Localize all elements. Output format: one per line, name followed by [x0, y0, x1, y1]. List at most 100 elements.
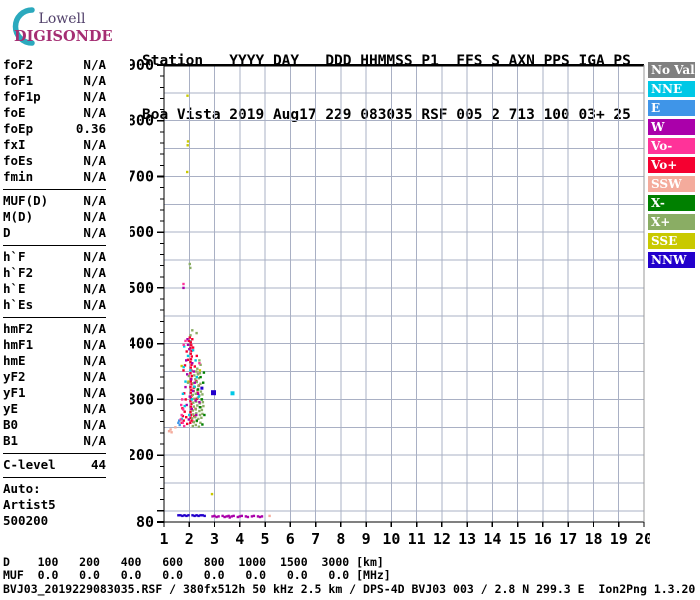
axis-tick-label: 7: [311, 530, 320, 548]
echo-point: [182, 365, 185, 369]
echo-point: [186, 170, 189, 174]
echo-point: [191, 362, 194, 365]
echo-point: [180, 413, 183, 417]
echo-point: [181, 421, 184, 424]
axis-tick-label: 15: [509, 530, 527, 548]
param-label: B0: [3, 417, 19, 432]
axis-tick-label: 9: [362, 530, 371, 548]
echo-point: [215, 515, 218, 519]
echo-point: [195, 354, 198, 358]
echo-point: [190, 344, 193, 347]
echo-point: [194, 423, 197, 427]
echo-point: [211, 390, 216, 396]
echo-point: [191, 346, 195, 349]
echo-point: [191, 424, 194, 428]
echo-point: [194, 378, 197, 381]
param-value: N/A: [83, 353, 106, 368]
echo-point: [186, 140, 190, 143]
param-label: foEp: [3, 121, 34, 136]
echo-point: [196, 367, 199, 370]
echo-point: [189, 391, 192, 394]
echo-point: [195, 331, 198, 335]
echo-point: [196, 388, 200, 391]
param-row-mufd: MUF(D) N/A: [3, 193, 106, 209]
param-value: N/A: [83, 401, 106, 416]
legend-item-e: E: [648, 100, 695, 116]
echo-point: [197, 384, 200, 388]
axis-tick-label: 1: [159, 530, 168, 548]
param-value: N/A: [83, 193, 106, 208]
param-label: C-level: [3, 457, 56, 472]
param-label: h`E: [3, 281, 26, 296]
echo-point: [185, 359, 188, 362]
section-divider: [3, 245, 106, 246]
echo-point: [186, 373, 189, 376]
echo-point: [187, 418, 190, 421]
param-row-foe: foE N/A: [3, 105, 106, 121]
echo-point: [192, 413, 195, 416]
param-label: M(D): [3, 209, 34, 224]
axis-tick-label: 20: [635, 530, 650, 548]
param-value: N/A: [83, 57, 106, 72]
param-label: h`F2: [3, 265, 34, 280]
param-label: fmin: [3, 169, 34, 184]
echo-point: [191, 349, 195, 352]
echo-point: [189, 352, 192, 355]
param-row-ye: yE N/A: [3, 401, 106, 417]
echo-point: [180, 403, 183, 407]
muf-row: MUF 0.0 0.0 0.0 0.0 0.0 0.0 0.0 0.0 [MHz…: [3, 568, 391, 582]
axis-tick-label: 4: [235, 530, 244, 548]
echo-point: [190, 407, 193, 411]
param-value: N/A: [83, 169, 106, 184]
echo-point: [189, 369, 192, 372]
param-row-d: D N/A: [3, 225, 106, 241]
echo-point: [193, 385, 196, 388]
echo-point: [182, 343, 185, 346]
axis-tick-label: 10: [382, 530, 400, 548]
axis-tick-label: 18: [584, 530, 602, 548]
param-value: N/A: [83, 369, 106, 384]
param-value: N/A: [83, 225, 106, 240]
echo-point: [174, 426, 177, 429]
logo: Lowell DIGISONDE: [4, 4, 116, 50]
echo-point: [194, 392, 197, 395]
param-row-hf: h`F N/A: [3, 249, 106, 265]
echo-point: [193, 365, 196, 368]
echo-point: [183, 404, 186, 408]
file-info-row: BVJ03_2019229083035.RSF / 380fx512h 50 k…: [3, 582, 696, 596]
echo-point: [198, 369, 202, 372]
axis-tick-label: 80: [136, 513, 154, 531]
echo-point: [200, 416, 203, 419]
param-row-fof1p: foF1p N/A: [3, 89, 106, 105]
param-row-hf2: h`F2 N/A: [3, 265, 106, 281]
echo-point: [184, 385, 187, 389]
echo-point: [194, 359, 197, 362]
param-row-fmin: fmin N/A: [3, 169, 106, 185]
param-value: N/A: [83, 73, 106, 88]
echo-point: [232, 514, 235, 518]
echo-point: [181, 398, 184, 401]
section-divider: [3, 477, 106, 478]
echo-point: [201, 393, 204, 396]
param-value: N/A: [83, 297, 106, 312]
axis-tick-label: 11: [408, 530, 426, 548]
param-footer-line: 500200: [3, 513, 49, 528]
param-label: yE: [3, 401, 19, 416]
param-value: 0.36: [75, 121, 106, 136]
param-row-hme: hmE N/A: [3, 353, 106, 369]
param-label: foF2: [3, 57, 34, 72]
echo-point: [198, 401, 201, 404]
param-footer-line: Artist5: [3, 497, 56, 512]
axis-tick-label: 14: [483, 530, 501, 548]
echo-point: [223, 515, 226, 519]
echo-point: [189, 266, 192, 270]
param-value: N/A: [83, 281, 106, 296]
param-row-md: M(D) N/A: [3, 209, 106, 225]
echo-point: [200, 386, 204, 390]
param-label: foE: [3, 105, 26, 120]
echo-point: [191, 329, 194, 332]
param-label: B1: [3, 433, 19, 448]
echo-point: [217, 515, 220, 518]
echo-point: [185, 350, 188, 353]
section-divider: [3, 453, 106, 454]
